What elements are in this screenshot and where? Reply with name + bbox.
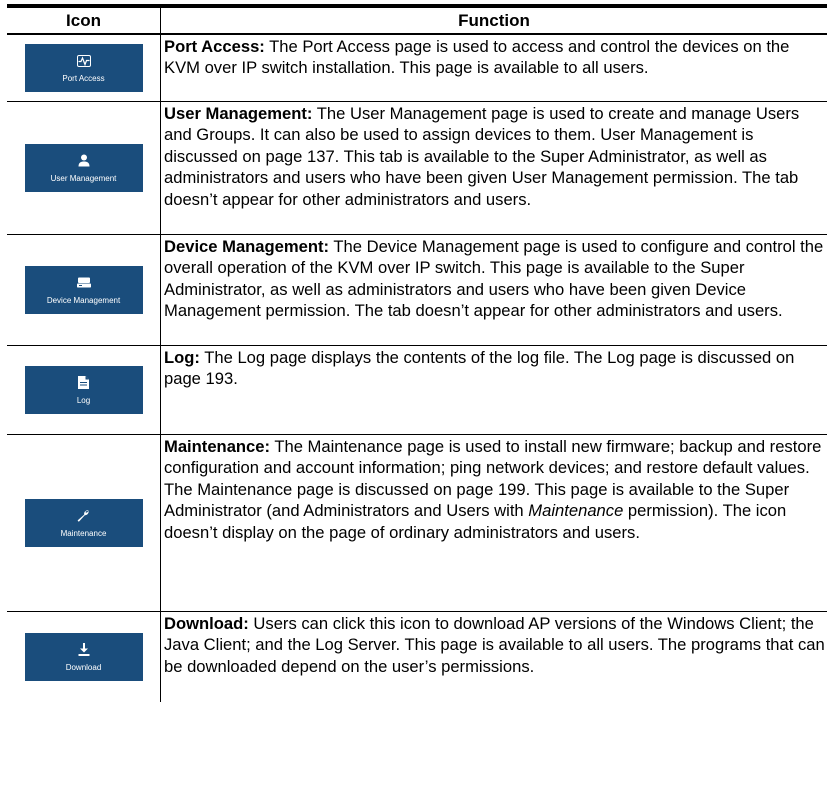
device-icon <box>76 276 91 290</box>
row-title: Log: <box>164 348 200 367</box>
function-cell: Device Management: The Device Management… <box>161 235 827 345</box>
tile-label: Log <box>76 395 91 405</box>
icon-cell: Maintenance <box>7 435 161 611</box>
log-tile[interactable]: Log <box>24 366 143 414</box>
row-description: The Log page displays the contents of th… <box>164 348 795 389</box>
row-title: Port Access: <box>164 37 265 56</box>
row-description: Users can click this icon to download AP… <box>164 614 825 676</box>
table-row: Maintenance Maintenance: The Maintenance… <box>7 435 827 612</box>
port-access-tile[interactable]: Port Access <box>24 44 143 92</box>
user-management-tile[interactable]: User Management <box>24 144 143 192</box>
table-row: Device Management Device Management: The… <box>7 235 827 346</box>
device-management-tile[interactable]: Device Management <box>24 266 143 314</box>
function-cell: Port Access: The Port Access page is use… <box>161 35 827 101</box>
function-cell: User Management: The User Management pag… <box>161 102 827 234</box>
download-tile[interactable]: Download <box>24 633 143 681</box>
download-icon <box>77 643 91 657</box>
maintenance-tile[interactable]: Maintenance <box>24 499 143 547</box>
port-access-icon <box>76 54 91 68</box>
row-title: User Management: <box>164 104 313 123</box>
icon-cell: Port Access <box>7 35 161 101</box>
tile-label: Download <box>65 662 102 672</box>
icon-cell: Download <box>7 612 161 702</box>
header-function: Function <box>458 10 530 30</box>
log-file-icon <box>77 376 91 390</box>
tile-label: User Management <box>50 173 117 183</box>
function-cell: Log: The Log page displays the contents … <box>161 346 827 434</box>
tile-label: Maintenance <box>60 528 107 538</box>
function-table: Icon Function Port Access Port Access: T… <box>7 4 827 702</box>
user-icon <box>77 154 91 168</box>
table-row: User Management User Management: The Use… <box>7 102 827 235</box>
icon-cell: User Management <box>7 102 161 234</box>
function-cell: Download: Users can click this icon to d… <box>161 612 827 702</box>
row-description-italic: Maintenance <box>528 501 624 521</box>
table-row: Port Access Port Access: The Port Access… <box>7 35 827 102</box>
wrench-icon <box>77 509 91 523</box>
row-title: Device Management: <box>164 237 330 256</box>
table-header: Icon Function <box>7 8 827 35</box>
tile-label: Device Management <box>46 295 121 305</box>
table-row: Log Log: The Log page displays the conte… <box>7 346 827 435</box>
table-row: Download Download: Users can click this … <box>7 612 827 702</box>
icon-cell: Device Management <box>7 235 161 345</box>
row-title: Maintenance: <box>164 437 271 456</box>
function-cell: Maintenance: The Maintenance page is use… <box>161 435 827 611</box>
icon-cell: Log <box>7 346 161 434</box>
tile-label: Port Access <box>62 73 105 83</box>
header-icon: Icon <box>7 8 161 33</box>
row-title: Download: <box>164 614 249 633</box>
